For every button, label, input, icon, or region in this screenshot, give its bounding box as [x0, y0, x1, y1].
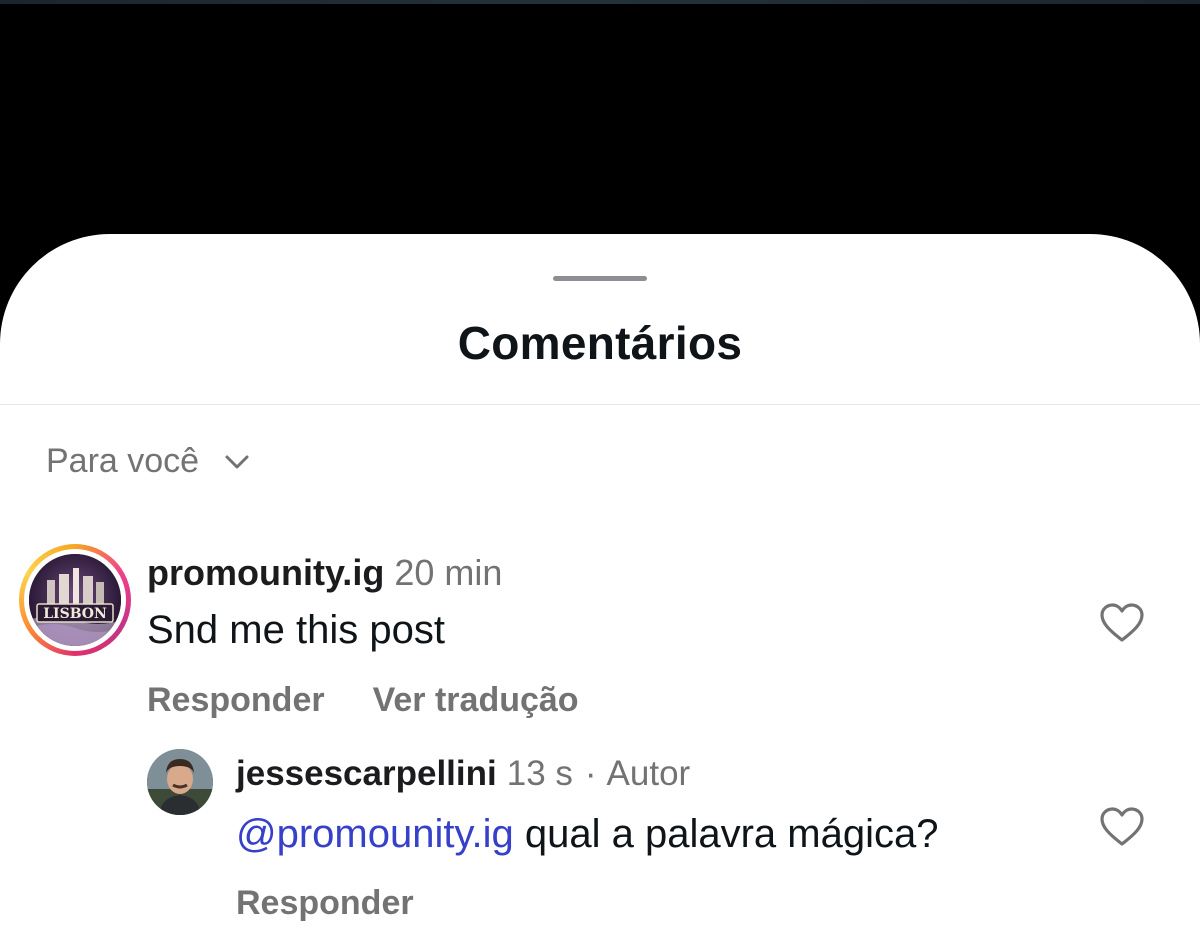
- comment-time: 20 min: [394, 552, 503, 593]
- reply-time: 13 s: [506, 754, 573, 793]
- comment-text: Snd me this post: [147, 608, 445, 652]
- sort-selector[interactable]: Para você: [46, 442, 253, 481]
- reply-actions: Responder: [236, 884, 414, 923]
- comment-actions: Responder Ver tradução: [147, 681, 579, 720]
- comments-sheet: Comentários Para você LISBON promounity.…: [0, 234, 1200, 945]
- author-badge: Autor: [606, 754, 691, 793]
- reply-button[interactable]: Responder: [236, 884, 414, 923]
- avatar[interactable]: [147, 749, 213, 815]
- reply-button[interactable]: Responder: [147, 681, 325, 720]
- sheet-title: Comentários: [457, 317, 743, 369]
- sheet-grabber-handle[interactable]: [553, 276, 647, 281]
- header-divider: [0, 404, 1200, 405]
- meta-separator: ·: [584, 754, 597, 793]
- logo-text: LISBON: [43, 606, 107, 622]
- heart-icon[interactable]: [1099, 602, 1145, 644]
- reply-text: @promounity.ig qual a palavra mágica?: [236, 812, 938, 857]
- avatar: LISBON: [29, 554, 121, 646]
- comment-username[interactable]: promounity.ig: [147, 552, 384, 593]
- post-edge: [0, 0, 1200, 4]
- sort-label: Para você: [46, 442, 200, 480]
- comment-header: promounity.ig 20 min: [147, 552, 502, 594]
- post-backdrop: [0, 0, 1200, 240]
- reply-header: jessescarpellini 13 s · Autor: [236, 754, 690, 794]
- heart-icon[interactable]: [1099, 806, 1145, 848]
- reply-body: qual a palavra mágica?: [513, 812, 939, 856]
- reply-username[interactable]: jessescarpellini: [236, 754, 497, 793]
- translate-button[interactable]: Ver tradução: [373, 681, 579, 720]
- lisbon-logo-image: LISBON: [29, 554, 121, 646]
- chevron-down-icon: [225, 455, 249, 468]
- avatar-story-ring[interactable]: LISBON: [19, 544, 131, 656]
- mention-link[interactable]: @promounity.ig: [236, 812, 514, 856]
- profile-photo: [147, 749, 213, 815]
